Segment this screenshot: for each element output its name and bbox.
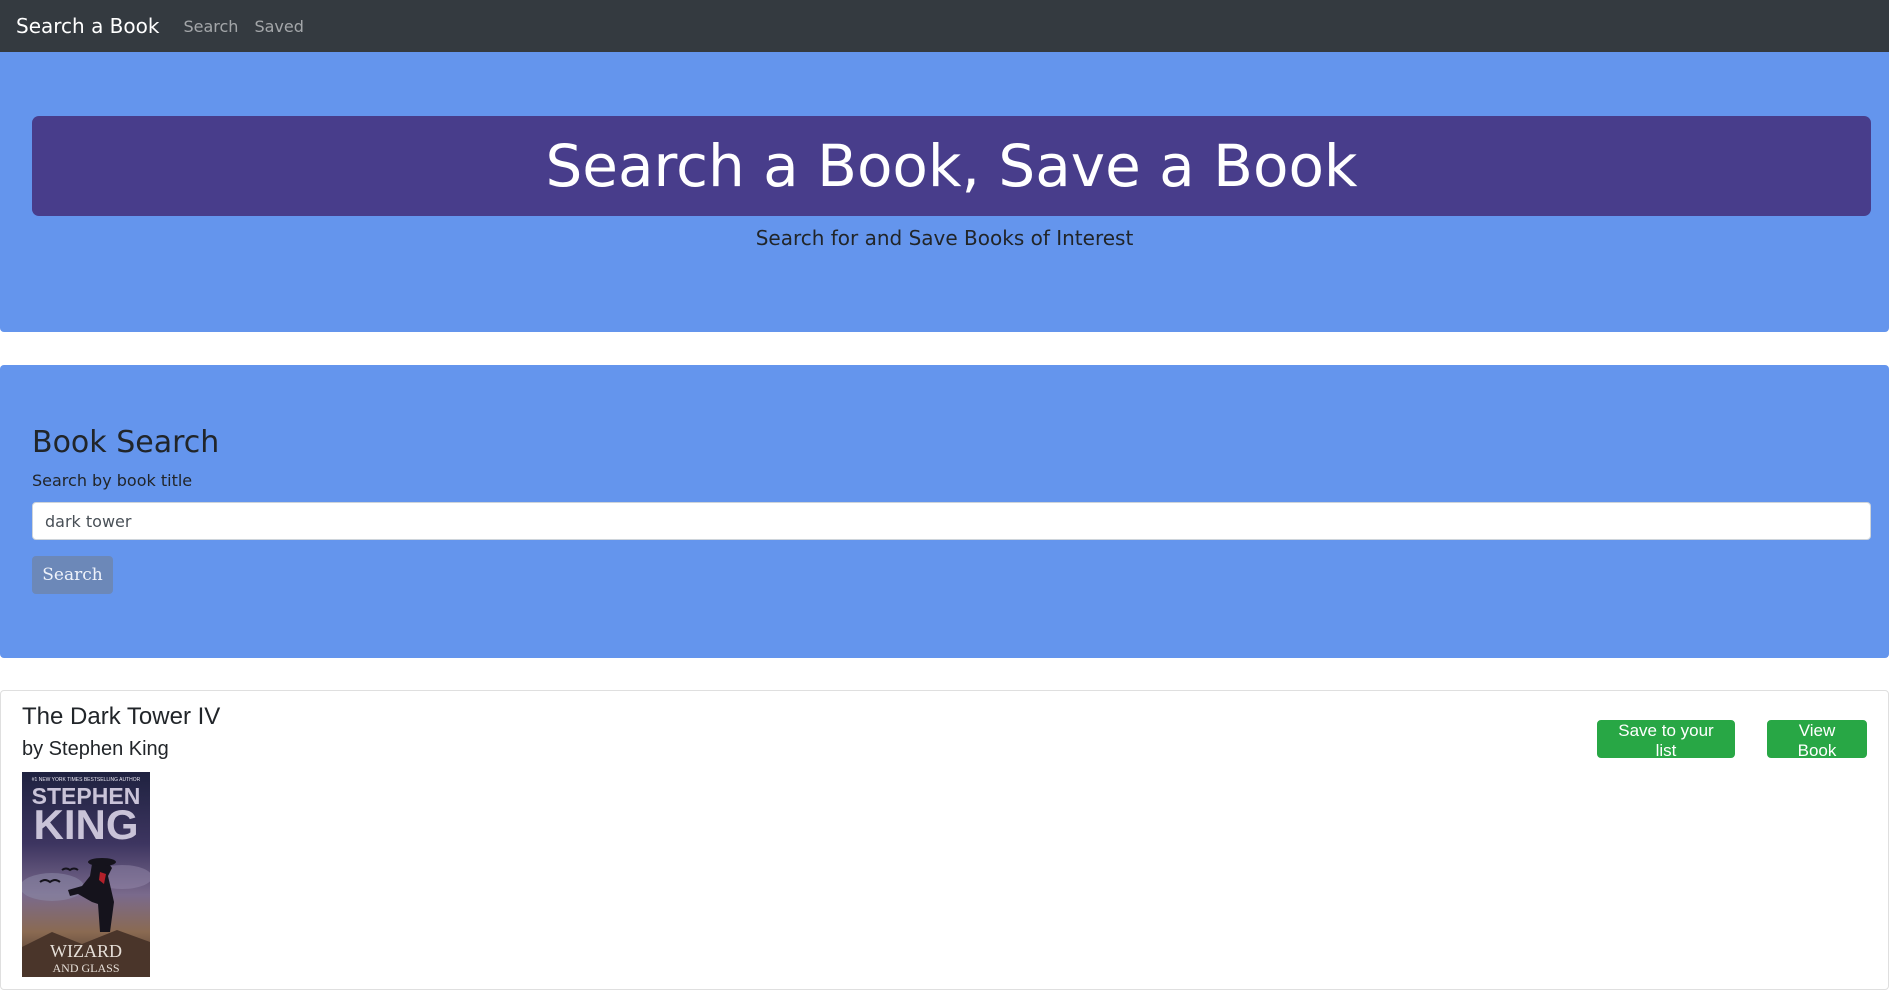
search-button[interactable]: Search xyxy=(32,556,113,594)
hero-title: Search a Book, Save a Book xyxy=(545,132,1358,200)
view-book-button[interactable]: View Book xyxy=(1767,720,1867,760)
hero-banner: Search a Book, Save a Book xyxy=(32,116,1871,216)
search-heading: Book Search xyxy=(32,425,220,460)
navbar: Search a Book Search Saved xyxy=(0,0,1889,52)
search-input[interactable] xyxy=(32,502,1871,540)
book-author: by Stephen King xyxy=(22,738,169,760)
nav-link-search[interactable]: Search xyxy=(183,17,238,36)
cover-title-line2: AND GLASS xyxy=(52,961,119,975)
book-cover-image: #1 NEW YORK TIMES BESTSELLING AUTHOR STE… xyxy=(22,772,150,977)
search-section: Book Search Search by book title Search xyxy=(0,365,1889,658)
save-to-list-button[interactable]: Save to your list xyxy=(1597,720,1735,760)
book-cover-art: #1 NEW YORK TIMES BESTSELLING AUTHOR STE… xyxy=(22,772,150,977)
navbar-brand[interactable]: Search a Book xyxy=(16,14,159,38)
hero-section: Search a Book, Save a Book Search for an… xyxy=(0,52,1889,332)
result-card: The Dark Tower IV by Stephen King Save t… xyxy=(0,690,1889,990)
search-label: Search by book title xyxy=(32,471,193,490)
cover-author-last: KING xyxy=(34,801,139,848)
hero-subtitle: Search for and Save Books of Interest xyxy=(755,226,1134,250)
nav-link-saved[interactable]: Saved xyxy=(254,17,303,36)
book-title: The Dark Tower IV xyxy=(22,703,221,730)
cover-title-line1: WIZARD xyxy=(50,941,122,961)
